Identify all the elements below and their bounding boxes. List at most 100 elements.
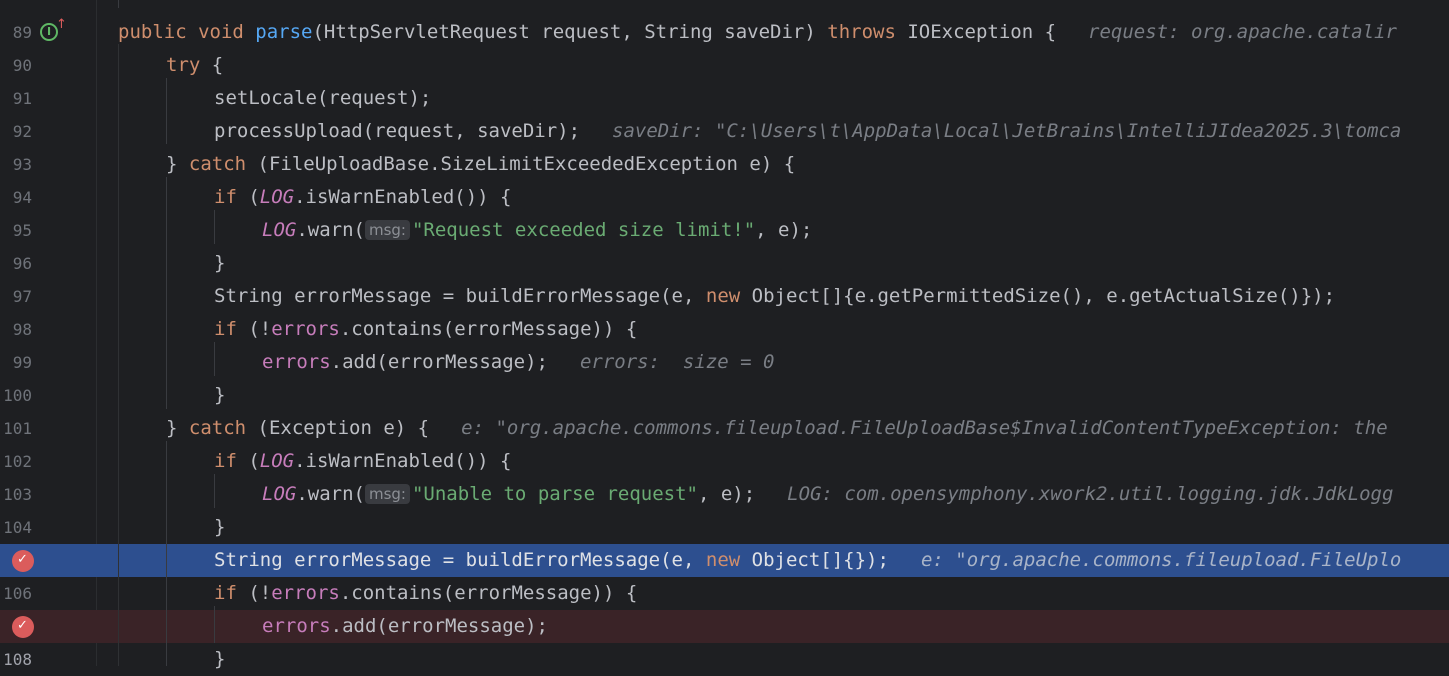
- code-fragment: Object[]{e.getPermittedSize(), e.getActu…: [740, 285, 1336, 307]
- code-line-103[interactable]: 103 LOG.warn(msg: "Unable to parse reques…: [0, 478, 1449, 511]
- indent-guide: [118, 44, 119, 666]
- code-text[interactable]: if (!errors.contains(errorMessage)) {: [214, 577, 637, 610]
- code-line-89[interactable]: 89 I ↑ public void parse(HttpServletRequ…: [0, 16, 1449, 49]
- code-text[interactable]: }: [214, 247, 225, 280]
- code-line-100[interactable]: 100 }: [0, 379, 1449, 412]
- code-fragment: .add(errorMessage);: [330, 615, 548, 637]
- code-fragment: (: [236, 186, 260, 208]
- method-name: parse: [255, 21, 313, 43]
- code-fragment: .isWarnEnabled()) {: [294, 186, 512, 208]
- code-line-102[interactable]: 102 if (LOG.isWarnEnabled()) {: [0, 445, 1449, 478]
- code-text[interactable]: if (!errors.contains(errorMessage)) {: [214, 313, 637, 346]
- code-line-96[interactable]: 96 }: [0, 247, 1449, 280]
- code-fragment: , e);: [697, 483, 756, 505]
- line-number: 101: [3, 419, 32, 438]
- keyword: try: [166, 54, 201, 76]
- indent-guide: [214, 210, 215, 244]
- static-field: LOG: [262, 483, 297, 505]
- keyword: catch: [188, 417, 247, 439]
- parameter-hint: msg:: [364, 484, 410, 504]
- code-text[interactable]: errors.add(errorMessage);: [262, 610, 548, 643]
- code-fragment: }: [166, 417, 189, 439]
- code-text[interactable]: processUpload(request, saveDir); saveDir:…: [214, 115, 1401, 148]
- code-text[interactable]: }: [214, 511, 225, 544]
- code-text[interactable]: setLocale(request);: [214, 82, 431, 115]
- line-number: 102: [3, 452, 32, 471]
- code-line-104[interactable]: 104 }: [0, 511, 1449, 544]
- code-line-105-execution-point[interactable]: ✓ String errorMessage = buildErrorMessag…: [0, 544, 1449, 577]
- line-number: 100: [3, 386, 32, 405]
- code-line-91[interactable]: 91 setLocale(request);: [0, 82, 1449, 115]
- keyword: if: [214, 450, 237, 472]
- navigate-up-arrow-icon[interactable]: ↑: [56, 18, 67, 32]
- inline-debug-value[interactable]: errors: size = 0: [580, 351, 774, 373]
- code-text[interactable]: String errorMessage = buildErrorMessage(…: [214, 544, 1401, 577]
- line-number: 92: [12, 122, 32, 141]
- code-line-97[interactable]: 97 String errorMessage = buildErrorMessa…: [0, 280, 1449, 313]
- code-line-101[interactable]: 101 } catch (Exception e) {e: "org.apach…: [0, 412, 1449, 445]
- code-text[interactable]: try {: [166, 49, 223, 82]
- code-fragment: (HttpServletRequest request, String save…: [312, 21, 828, 43]
- code-text[interactable]: String errorMessage = buildErrorMessage(…: [214, 280, 1335, 313]
- string-literal: "Unable to parse request": [411, 483, 698, 505]
- parameter-hint: msg:: [364, 220, 410, 240]
- field: errors: [271, 582, 340, 604]
- code-text[interactable]: LOG.warn(msg: "Unable to parse request", …: [262, 478, 1393, 511]
- code-fragment: }: [166, 153, 189, 175]
- code-line-99[interactable]: 99 errors.add(errorMessage); errors: size…: [0, 346, 1449, 379]
- line-number: 94: [12, 188, 32, 207]
- code-text[interactable]: public void parse(HttpServletRequest req…: [118, 16, 1397, 49]
- code-fragment: (FileUploadBase.SizeLimitExceededExcepti…: [246, 153, 796, 175]
- keyword: if: [214, 582, 237, 604]
- code-text[interactable]: } catch (FileUploadBase.SizeLimitExceede…: [166, 148, 795, 181]
- indent-guide: [166, 78, 167, 144]
- inline-debug-value[interactable]: e: "org.apache.commons.fileupload.FileUp…: [921, 549, 1401, 571]
- code-fragment: .isWarnEnabled()) {: [294, 450, 512, 472]
- code-line-98[interactable]: 98 if (!errors.contains(errorMessage)) {: [0, 313, 1449, 346]
- code-line-93[interactable]: 93 } catch (FileUploadBase.SizeLimitExce…: [0, 148, 1449, 181]
- code-line-95[interactable]: 95 LOG.warn(msg: "Request exceeded size l…: [0, 214, 1449, 247]
- code-fragment: processUpload(request, saveDir);: [214, 120, 581, 142]
- breakpoint-check-mark: ✓: [17, 552, 28, 567]
- line-number: 90: [12, 56, 32, 75]
- breakpoint-icon[interactable]: ✓: [12, 616, 34, 638]
- line-number: 91: [12, 89, 32, 108]
- inline-debug-value[interactable]: request: org.apache.catalir: [1088, 21, 1397, 43]
- code-text[interactable]: }: [214, 643, 225, 676]
- line-number: 95: [12, 221, 32, 240]
- line-number: 106: [3, 584, 32, 603]
- code-fragment: (!: [236, 582, 272, 604]
- code-fragment: {: [200, 54, 224, 76]
- code-fragment: Object[]{});: [740, 549, 889, 571]
- code-line-94[interactable]: 94 if (LOG.isWarnEnabled()) {: [0, 181, 1449, 214]
- keyword: if: [214, 186, 237, 208]
- code-text[interactable]: errors.add(errorMessage); errors: size = …: [262, 346, 774, 379]
- static-field: LOG: [262, 219, 297, 241]
- code-text[interactable]: LOG.warn(msg: "Request exceeded size limi…: [262, 214, 812, 247]
- code-line-92[interactable]: 92 processUpload(request, saveDir); saveD…: [0, 115, 1449, 148]
- code-fragment: .add(errorMessage);: [330, 351, 548, 373]
- line-number: 104: [3, 518, 32, 537]
- code-line-106[interactable]: 106 if (!errors.contains(errorMessage)) …: [0, 577, 1449, 610]
- indent-guide: [214, 474, 215, 508]
- inline-debug-value[interactable]: LOG: com.opensymphony.xwork2.util.loggin…: [787, 483, 1393, 505]
- code-editor[interactable]: 89 I ↑ public void parse(HttpServletRequ…: [0, 0, 1449, 670]
- code-text[interactable]: }: [214, 379, 225, 412]
- indent-guide: [118, 0, 119, 8]
- indent-guide: [214, 342, 215, 376]
- line-number: 99: [12, 353, 32, 372]
- code-line-90[interactable]: 90 try {: [0, 49, 1449, 82]
- field: errors: [262, 615, 331, 637]
- keyword: new: [705, 549, 741, 571]
- indent-guide: [166, 441, 167, 666]
- field: errors: [271, 318, 340, 340]
- code-line-108[interactable]: 108 }: [0, 643, 1449, 676]
- inline-debug-value[interactable]: e: "org.apache.commons.fileupload.FileUp…: [461, 417, 1388, 439]
- code-line-107-breakpoint[interactable]: ✓ errors.add(errorMessage);: [0, 610, 1449, 643]
- inline-debug-value[interactable]: saveDir: "C:\Users\t\AppData\Local\JetBr…: [612, 120, 1401, 142]
- code-fragment: , e);: [755, 219, 813, 241]
- code-text[interactable]: if (LOG.isWarnEnabled()) {: [214, 445, 511, 478]
- code-text[interactable]: } catch (Exception e) {e: "org.apache.co…: [166, 412, 1388, 445]
- breakpoint-icon[interactable]: ✓: [12, 550, 34, 572]
- code-text[interactable]: if (LOG.isWarnEnabled()) {: [214, 181, 511, 214]
